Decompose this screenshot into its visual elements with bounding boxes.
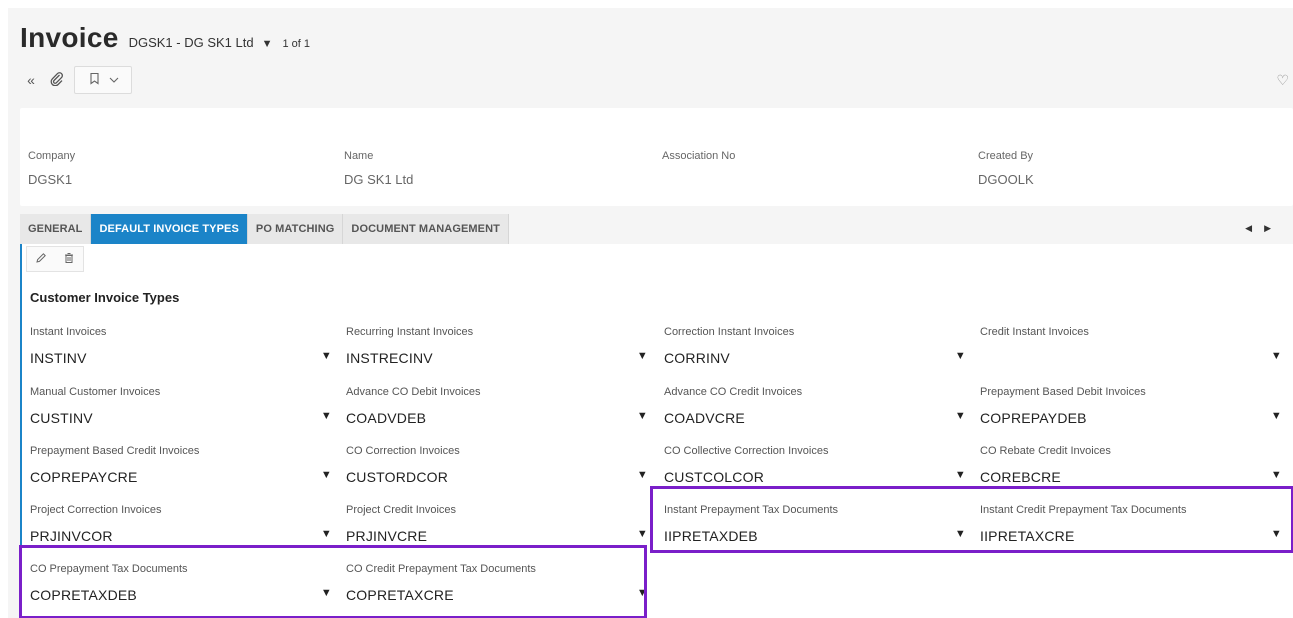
- caret-down-icon[interactable]: ▼: [262, 38, 273, 50]
- field-project-correction-invoices[interactable]: Project Correction Invoices PRJINVCOR ▼: [30, 504, 332, 546]
- field-prepayment-based-credit-invoices[interactable]: Prepayment Based Credit Invoices COPREPA…: [30, 445, 332, 487]
- caret-down-icon[interactable]: ▼: [955, 410, 966, 422]
- tab-document-management[interactable]: DOCUMENT MANAGEMENT: [343, 214, 509, 244]
- paperclip-icon[interactable]: [48, 71, 66, 89]
- caret-down-icon[interactable]: ▼: [1271, 469, 1282, 481]
- caret-down-icon[interactable]: ▼: [1271, 528, 1282, 540]
- section-title: Customer Invoice Types: [30, 290, 180, 305]
- caret-down-icon[interactable]: ▼: [321, 410, 332, 422]
- toolbar: «: [22, 66, 132, 94]
- field-instant-credit-prepayment-tax-documents[interactable]: Instant Credit Prepayment Tax Documents …: [980, 504, 1282, 546]
- tab-scroll-right-icon[interactable]: ▶: [1264, 223, 1283, 233]
- caret-down-icon[interactable]: ▼: [637, 410, 648, 422]
- record-selector[interactable]: DGSK1 - DG SK1 Ltd: [129, 35, 254, 50]
- field-co-prepayment-tax-documents[interactable]: CO Prepayment Tax Documents COPRETAXDEB ▼: [30, 563, 332, 605]
- panel-actions: [26, 246, 84, 272]
- field-manual-customer-invoices[interactable]: Manual Customer Invoices CUSTINV ▼: [30, 386, 332, 428]
- chevron-down-icon: [109, 73, 119, 87]
- caret-down-icon[interactable]: ▼: [1271, 410, 1282, 422]
- field-credit-instant-invoices[interactable]: Credit Instant Invoices ▼: [980, 326, 1282, 368]
- field-advance-co-credit-invoices[interactable]: Advance CO Credit Invoices COADVCRE ▼: [664, 386, 966, 428]
- delete-icon[interactable]: [55, 252, 83, 267]
- caret-down-icon[interactable]: ▼: [955, 469, 966, 481]
- caret-down-icon[interactable]: ▼: [321, 528, 332, 540]
- caret-down-icon[interactable]: ▼: [321, 587, 332, 599]
- caret-down-icon[interactable]: ▼: [955, 528, 966, 540]
- page-header: Invoice DGSK1 - DG SK1 Ltd ▼ 1 of 1: [20, 22, 310, 54]
- tab-general[interactable]: GENERAL: [20, 214, 92, 244]
- caret-down-icon[interactable]: ▼: [955, 350, 966, 362]
- tab-bar: GENERAL DEFAULT INVOICE TYPES PO MATCHIN…: [20, 214, 509, 244]
- field-co-collective-correction-invoices[interactable]: CO Collective Correction Invoices CUSTCO…: [664, 445, 966, 487]
- caret-down-icon[interactable]: ▼: [1271, 350, 1282, 362]
- page: Invoice DGSK1 - DG SK1 Ltd ▼ 1 of 1 « ♡ …: [8, 8, 1293, 618]
- tab-scroll-arrows: ◀▶: [1245, 223, 1283, 234]
- created-by-field: Created By DGOOLK: [978, 150, 1034, 187]
- bookmark-dropdown-button[interactable]: [74, 66, 132, 94]
- caret-down-icon[interactable]: ▼: [637, 469, 648, 481]
- field-co-rebate-credit-invoices[interactable]: CO Rebate Credit Invoices COREBCRE ▼: [980, 445, 1282, 487]
- field-project-credit-invoices[interactable]: Project Credit Invoices PRJINVCRE ▼: [346, 504, 648, 546]
- heart-icon[interactable]: ♡: [1276, 72, 1289, 89]
- caret-down-icon[interactable]: ▼: [321, 469, 332, 481]
- caret-down-icon[interactable]: ▼: [321, 350, 332, 362]
- header-card: Company DGSK1 Name DG SK1 Ltd Associatio…: [20, 108, 1293, 206]
- caret-down-icon[interactable]: ▼: [637, 587, 648, 599]
- double-chevron-left-icon[interactable]: «: [22, 72, 40, 88]
- page-title: Invoice: [20, 22, 119, 53]
- field-advance-co-debit-invoices[interactable]: Advance CO Debit Invoices COADVDEB ▼: [346, 386, 648, 428]
- caret-down-icon[interactable]: ▼: [637, 528, 648, 540]
- field-prepayment-based-debit-invoices[interactable]: Prepayment Based Debit Invoices COPREPAY…: [980, 386, 1282, 428]
- tab-scroll-left-icon[interactable]: ◀: [1245, 223, 1264, 233]
- bookmark-icon: [88, 72, 101, 88]
- tab-po-matching[interactable]: PO MATCHING: [247, 214, 344, 244]
- field-recurring-instant-invoices[interactable]: Recurring Instant Invoices INSTRECINV ▼: [346, 326, 648, 368]
- field-instant-prepayment-tax-documents[interactable]: Instant Prepayment Tax Documents IIPRETA…: [664, 504, 966, 546]
- edit-icon[interactable]: [27, 252, 55, 267]
- field-instant-invoices[interactable]: Instant Invoices INSTINV ▼: [30, 326, 332, 368]
- field-correction-instant-invoices[interactable]: Correction Instant Invoices CORRINV ▼: [664, 326, 966, 368]
- record-count: 1 of 1: [282, 38, 311, 50]
- field-co-correction-invoices[interactable]: CO Correction Invoices CUSTORDCOR ▼: [346, 445, 648, 487]
- name-field: Name DG SK1 Ltd: [344, 150, 414, 187]
- association-no-field: Association No: [662, 150, 736, 162]
- company-field: Company DGSK1: [28, 150, 76, 187]
- caret-down-icon[interactable]: ▼: [637, 350, 648, 362]
- field-co-credit-prepayment-tax-documents[interactable]: CO Credit Prepayment Tax Documents COPRE…: [346, 563, 648, 605]
- tab-default-invoice-types[interactable]: DEFAULT INVOICE TYPES: [91, 214, 248, 244]
- default-invoice-types-panel: Customer Invoice Types Instant Invoices …: [20, 244, 1293, 618]
